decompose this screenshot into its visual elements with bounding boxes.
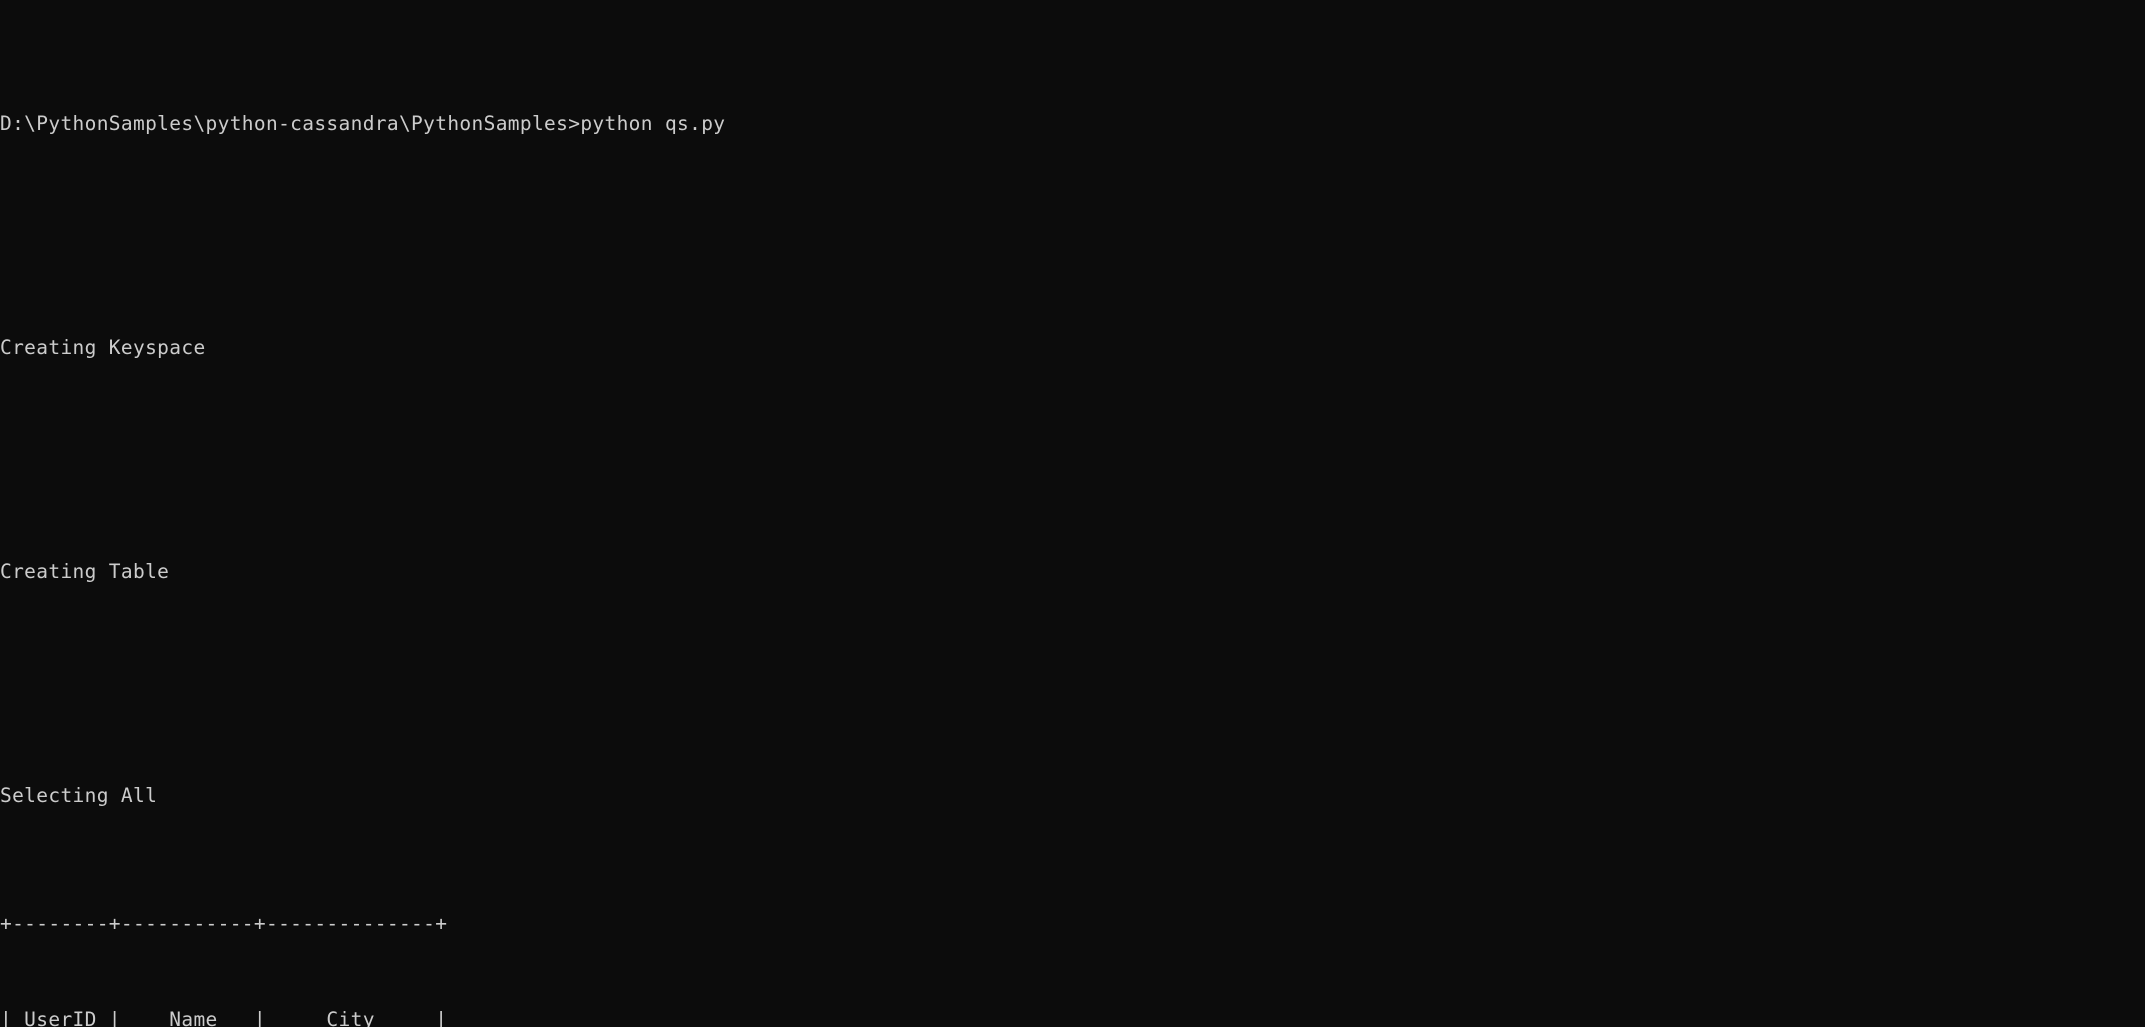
prompt-line: D:\PythonSamples\python-cassandra\Python… [0,112,726,135]
status-selecting-all: Selecting All [0,784,158,807]
table-all-header-row: | UserID | Name | City | [0,1008,448,1027]
status-creating-keyspace: Creating Keyspace [0,336,206,359]
table-all-top-border: +--------+-----------+--------------+ [0,912,448,935]
terminal-window[interactable]: D:\PythonSamples\python-cassandra\Python… [0,0,2145,1027]
status-creating-table: Creating Table [0,560,170,583]
